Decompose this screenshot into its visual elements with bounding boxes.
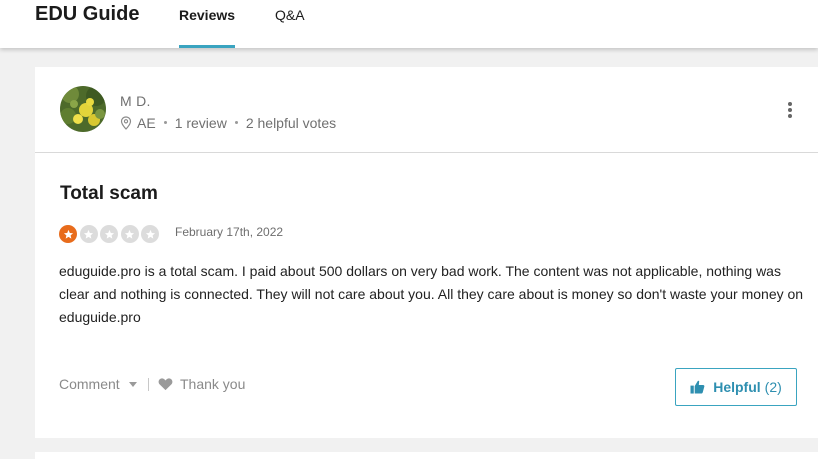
- tab-qa[interactable]: Q&A: [275, 7, 305, 23]
- brand-logo[interactable]: EDU Guide: [35, 3, 139, 26]
- comment-label: Comment: [59, 376, 120, 392]
- review-body: eduguide.pro is a total scam. I paid abo…: [59, 263, 804, 325]
- reviewer-meta: AE 1 review 2 helpful votes: [120, 115, 336, 131]
- next-review-card: [35, 452, 818, 459]
- star-empty-icon: [100, 225, 118, 243]
- helpful-button[interactable]: Helpful (2): [675, 368, 797, 406]
- review-card: M D. AE 1 review 2 helpful votes Total s…: [35, 67, 818, 438]
- comment-button[interactable]: Comment: [59, 376, 137, 392]
- reviewer-location: AE: [137, 115, 156, 131]
- chevron-down-icon: [128, 381, 137, 387]
- star-empty-icon: [141, 225, 159, 243]
- top-nav: EDU Guide Reviews Q&A: [0, 0, 818, 48]
- thank-you-label: Thank you: [180, 376, 246, 392]
- star-empty-icon: [79, 225, 98, 243]
- active-tab-indicator: [179, 45, 235, 48]
- star-rating: [59, 225, 162, 243]
- helpful-count: (2): [764, 379, 782, 395]
- thumbs-up-icon: [690, 380, 705, 394]
- tab-reviews[interactable]: Reviews: [179, 7, 235, 23]
- divider: [35, 152, 818, 153]
- star-filled-icon: [59, 225, 77, 243]
- reviewer-name[interactable]: M D.: [120, 93, 151, 109]
- review-date: February 17th, 2022: [175, 225, 284, 239]
- divider: [148, 378, 149, 391]
- review-title: Total scam: [60, 183, 158, 204]
- more-vertical-icon[interactable]: [785, 101, 795, 119]
- reviewer-review-count: 1 review: [174, 115, 227, 131]
- separator-dot: [163, 120, 167, 124]
- star-empty-icon: [120, 225, 139, 243]
- heart-icon: [158, 378, 173, 391]
- helpful-label: Helpful: [713, 379, 761, 395]
- avatar[interactable]: [60, 86, 106, 132]
- separator-dot: [234, 120, 238, 124]
- reviewer-helpful-votes: 2 helpful votes: [245, 115, 337, 131]
- thank-you-button[interactable]: Thank you: [158, 376, 245, 392]
- map-pin-icon: [120, 116, 132, 130]
